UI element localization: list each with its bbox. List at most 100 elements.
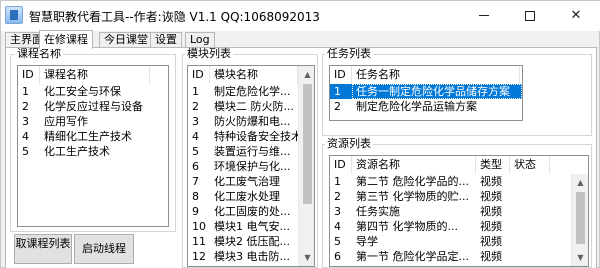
- course-cell-name: 化工生产技术: [44, 145, 110, 158]
- task-row[interactable]: 2 制定危险化学品运输方案: [330, 99, 522, 114]
- module-row[interactable]: 12 模块3 电击防...: [188, 249, 298, 264]
- course-cell-name: 精细化工生产技术: [44, 130, 132, 143]
- scroll-up-icon[interactable]: ▲: [572, 174, 588, 191]
- module-row[interactable]: 5 装置运行与维...: [188, 144, 298, 159]
- course-list[interactable]: ID 课程名称 1 化工安全与环保 2 化学反应过程与设备 3 应用写作 4 精细化工生产技术…: [17, 65, 169, 227]
- module-cell-id: 1: [192, 85, 199, 98]
- module-row[interactable]: 3 防火防爆和电...: [188, 114, 298, 129]
- app-window: 智慧职教代看工具--作者:诙隐 V1.1 QQ:1068092013 ✕ 主界面…: [0, 0, 600, 268]
- column-header-id[interactable]: ID: [330, 66, 352, 84]
- column-header-type[interactable]: 类型: [476, 156, 510, 174]
- course-row[interactable]: 5 化工生产技术: [18, 144, 168, 159]
- module-cell-id: 7: [192, 175, 199, 188]
- close-button[interactable]: ✕: [553, 1, 599, 31]
- task-list[interactable]: ID 任务名称 1 任务一制定危险化学品储存方案 2 制定危险化学品运输方案: [329, 65, 523, 121]
- course-cell-name: 化学反应过程与设备: [44, 100, 143, 113]
- resource-cell-id: 6: [334, 250, 341, 263]
- tab-today-class[interactable]: 今日课堂: [99, 32, 153, 48]
- module-cell-name: 模块3 电击防...: [214, 250, 290, 263]
- module-row[interactable]: 6 环境保护与化...: [188, 159, 298, 174]
- resource-row[interactable]: 1 第二节 危险化学品的... 视频: [330, 174, 570, 189]
- column-header-id[interactable]: ID: [330, 156, 352, 174]
- task-cell-name: 任务一制定危险化学品储存方案: [352, 84, 522, 99]
- scroll-down-icon[interactable]: ▼: [572, 249, 588, 266]
- module-scrollbar[interactable]: ▲ ▼: [298, 66, 314, 266]
- course-group: 课程名称 ID 课程名称 1 化工安全与环保 2 化学反应过程与设备 3 应用写作 4 精细化…: [10, 48, 176, 232]
- module-scroll-thumb[interactable]: [303, 84, 312, 204]
- maximize-button[interactable]: [507, 1, 553, 31]
- course-cell-id: 1: [22, 85, 29, 98]
- module-row[interactable]: 2 模块二 防火防...: [188, 99, 298, 114]
- tab-page-current-courses: 课程名称 ID 课程名称 1 化工安全与环保 2 化学反应过程与设备 3 应用写作 4 精细化…: [5, 47, 597, 268]
- course-row[interactable]: 1 化工安全与环保: [18, 84, 168, 99]
- fetch-courses-button[interactable]: 取课程列表: [14, 234, 72, 264]
- module-cell-id: 8: [192, 190, 199, 203]
- column-header-resource-name[interactable]: 资源名称: [352, 156, 476, 174]
- course-row[interactable]: 3 应用写作: [18, 114, 168, 129]
- resource-cell-id: 3: [334, 205, 341, 218]
- task-cell-id: 1: [334, 85, 341, 98]
- column-header-module-name[interactable]: 模块名称: [210, 66, 298, 84]
- module-list[interactable]: ID 模块名称 1 制定危险化学... 2 模块二 防火防... 3 防火防爆和电... 4…: [187, 65, 315, 267]
- column-header-id[interactable]: ID: [18, 66, 40, 84]
- course-cell-name: 应用写作: [44, 115, 88, 128]
- column-header-id[interactable]: ID: [188, 66, 210, 84]
- tab-log[interactable]: Log: [185, 32, 215, 48]
- course-row[interactable]: 2 化学反应过程与设备: [18, 99, 168, 114]
- module-cell-id: 4: [192, 130, 199, 143]
- course-cell-id: 3: [22, 115, 29, 128]
- module-row[interactable]: 4 特种设备安全技术: [188, 129, 298, 144]
- module-row[interactable]: 7 化工废气治理: [188, 174, 298, 189]
- window-title: 智慧职教代看工具--作者:诙隐 V1.1 QQ:1068092013: [29, 10, 320, 24]
- resource-row[interactable]: 5 导学 视频: [330, 234, 570, 249]
- resource-cell-type: 视频: [480, 175, 502, 188]
- course-cell-id: 2: [22, 100, 29, 113]
- resource-row[interactable]: 2 第三节 化学物质的贮... 视频: [330, 189, 570, 204]
- column-header-task-name[interactable]: 任务名称: [352, 66, 520, 84]
- resource-cell-id: 5: [334, 235, 341, 248]
- resource-row[interactable]: 4 第四节 化学物质的... 视频: [330, 219, 570, 234]
- resource-cell-type: 视频: [480, 205, 502, 218]
- module-row[interactable]: 10 模块1 电气安...: [188, 219, 298, 234]
- resource-cell-name: 任务实施: [356, 205, 400, 218]
- resource-cell-id: 1: [334, 175, 341, 188]
- task-row[interactable]: 1 任务一制定危险化学品储存方案: [330, 84, 522, 99]
- module-row[interactable]: 8 化工废水处理: [188, 189, 298, 204]
- column-header-status[interactable]: 状态: [510, 156, 550, 174]
- course-cell-id: 4: [22, 130, 29, 143]
- module-cell-name: 化工固废的处...: [214, 205, 291, 218]
- resource-row[interactable]: 3 任务实施 视频: [330, 204, 570, 219]
- module-cell-name: 环境保护与化...: [214, 160, 291, 173]
- tab-settings[interactable]: 设置: [150, 32, 182, 48]
- resource-row[interactable]: 6 第一节 危险化学品定... 视频: [330, 249, 570, 264]
- resource-group-label: 资源列表: [325, 137, 373, 150]
- resource-list[interactable]: ID 资源名称 类型 状态 1 第二节 危险化学品的... 视频 2 第三节 化学物质的…: [329, 155, 589, 267]
- resource-scroll-thumb[interactable]: [576, 192, 585, 244]
- task-cell-id: 2: [334, 100, 341, 113]
- module-cell-name: 模块2 低压配...: [214, 235, 290, 248]
- module-cell-name: 化工废水处理: [214, 190, 280, 203]
- resource-cell-status: [510, 249, 550, 264]
- module-cell-id: 5: [192, 145, 199, 158]
- course-row[interactable]: 4 精细化工生产技术: [18, 129, 168, 144]
- resource-cell-type: 视频: [480, 235, 502, 248]
- course-cell-name: 化工安全与环保: [44, 85, 121, 98]
- module-row[interactable]: 9 化工固废的处...: [188, 204, 298, 219]
- resource-cell-status: [510, 234, 550, 249]
- resource-cell-id: 4: [334, 220, 341, 233]
- resource-cell-status: [510, 174, 550, 189]
- module-row[interactable]: 1 制定危险化学...: [188, 84, 298, 99]
- title-bar[interactable]: 智慧职教代看工具--作者:诙隐 V1.1 QQ:1068092013 ✕: [1, 1, 600, 31]
- module-cell-name: 模块1 电气安...: [214, 220, 290, 233]
- minimize-button[interactable]: [461, 1, 507, 31]
- tab-current-courses[interactable]: 在修课程: [39, 30, 93, 49]
- module-cell-name: 化工废气治理: [214, 175, 280, 188]
- scroll-up-icon[interactable]: ▲: [299, 66, 314, 83]
- column-header-course-name[interactable]: 课程名称: [40, 66, 150, 84]
- module-group-label: 模块列表: [185, 47, 233, 60]
- module-row[interactable]: 11 模块2 低压配...: [188, 234, 298, 249]
- close-icon: ✕: [570, 8, 582, 23]
- start-thread-button[interactable]: 启动线程: [74, 234, 134, 264]
- resource-scrollbar[interactable]: ▲ ▼: [571, 174, 588, 266]
- scroll-down-icon[interactable]: ▼: [299, 249, 314, 266]
